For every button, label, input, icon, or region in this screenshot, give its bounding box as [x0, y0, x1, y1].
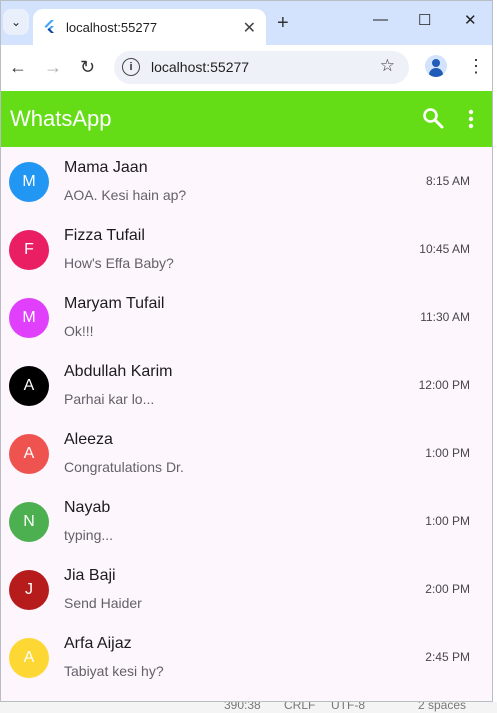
- chat-last-message: Send Haider: [64, 595, 142, 611]
- chat-time: 2:45 PM: [425, 650, 470, 664]
- chat-name: Maryam Tufail: [64, 295, 165, 312]
- browser-toolbar: ← → ↻ i localhost:55277 ☆ ⋮: [1, 45, 492, 91]
- browser-menu-icon[interactable]: ⋮: [467, 56, 485, 77]
- chat-last-message: Ok!!!: [64, 323, 94, 339]
- chat-row[interactable]: M Mama Jaan AOA. Kesi hain ap? 8:15 AM: [1, 147, 492, 215]
- tab-search-button[interactable]: ⌄: [3, 9, 29, 35]
- profile-avatar-icon[interactable]: [425, 55, 447, 77]
- chat-name: Arfa Aijaz: [64, 635, 132, 652]
- chat-row[interactable]: M Maryam Tufail Ok!!! 11:30 AM: [1, 283, 492, 351]
- avatar: M: [9, 162, 49, 202]
- chat-row[interactable]: N Nayab typing... 1:00 PM: [1, 487, 492, 555]
- avatar: F: [9, 230, 49, 270]
- chat-name: Jia Baji: [64, 567, 116, 584]
- browser-window: ⌄ localhost:55277 ✕ + — ☐ ✕ ← → ↻ i loca…: [0, 0, 493, 702]
- avatar: N: [9, 502, 49, 542]
- chat-row[interactable]: J Jia Baji Send Haider 2:00 PM: [1, 555, 492, 623]
- back-icon[interactable]: ←: [9, 57, 27, 78]
- editor-status-bar: 390:38 CRLF UTF-8 2 spaces: [0, 702, 497, 713]
- chat-time: 1:00 PM: [425, 446, 470, 460]
- chat-time: 8:15 AM: [425, 174, 470, 188]
- chat-last-message: Tabiyat kesi hy?: [64, 663, 164, 679]
- address-bar[interactable]: i localhost:55277 ☆: [114, 51, 409, 84]
- reload-icon[interactable]: ↻: [80, 57, 95, 78]
- chat-last-message: typing...: [64, 527, 114, 543]
- chat-last-message: How's Effa Baby?: [64, 255, 174, 271]
- chat-time: 12:00 PM: [418, 378, 470, 392]
- chat-row[interactable]: A Aleeza Congratulations Dr. 1:00 PM: [1, 419, 492, 487]
- line-ending[interactable]: CRLF: [284, 702, 315, 712]
- chat-time: 2:00 PM: [425, 582, 470, 596]
- encoding[interactable]: UTF-8: [331, 702, 365, 712]
- tab-title: localhost:55277: [66, 19, 158, 35]
- maximize-icon[interactable]: ☐: [418, 11, 431, 29]
- avatar: M: [9, 298, 49, 338]
- browser-tab[interactable]: localhost:55277 ✕: [33, 9, 266, 45]
- flutter-icon: [44, 20, 54, 33]
- more-vert-icon[interactable]: [468, 109, 474, 129]
- chat-list: M Mama Jaan AOA. Kesi hain ap? 8:15 AM F…: [1, 147, 492, 691]
- close-tab-icon[interactable]: ✕: [243, 18, 256, 38]
- chat-name: Aleeza: [64, 431, 113, 448]
- indentation[interactable]: 2 spaces: [418, 702, 466, 712]
- chat-last-message: AOA. Kesi hain ap?: [64, 187, 187, 203]
- chat-name: Fizza Tufail: [64, 227, 145, 244]
- new-tab-button[interactable]: +: [277, 12, 289, 35]
- avatar: J: [9, 570, 49, 610]
- cursor-position[interactable]: 390:38: [224, 702, 261, 712]
- site-info-icon[interactable]: i: [122, 58, 140, 76]
- chat-last-message: Congratulations Dr.: [64, 459, 184, 475]
- chat-name: Mama Jaan: [64, 159, 148, 176]
- profile-body: [429, 68, 443, 77]
- bookmark-star-icon[interactable]: ☆: [380, 56, 395, 76]
- chat-time: 10:45 AM: [419, 242, 470, 256]
- chevron-down-icon: ⌄: [10, 15, 22, 29]
- chat-time: 1:00 PM: [425, 514, 470, 528]
- minimize-icon[interactable]: —: [373, 11, 388, 28]
- profile-head: [432, 59, 440, 67]
- app-title: WhatsApp: [10, 106, 112, 131]
- avatar: A: [9, 366, 49, 406]
- forward-icon[interactable]: →: [44, 57, 62, 78]
- chat-time: 11:30 AM: [420, 310, 470, 324]
- chat-name: Nayab: [64, 499, 111, 516]
- chat-name: Abdullah Karim: [64, 363, 173, 380]
- close-window-icon[interactable]: ✕: [464, 11, 477, 29]
- avatar: A: [9, 638, 49, 678]
- chat-last-message: Parhai kar lo...: [64, 391, 155, 407]
- chat-row[interactable]: A Abdullah Karim Parhai kar lo... 12:00 …: [1, 351, 492, 419]
- avatar: A: [9, 434, 49, 474]
- chat-row[interactable]: F Fizza Tufail How's Effa Baby? 10:45 AM: [1, 215, 492, 283]
- chat-row[interactable]: A Arfa Aijaz Tabiyat kesi hy? 2:45 PM: [1, 623, 492, 691]
- search-icon[interactable]: [422, 107, 444, 129]
- tab-strip: ⌄ localhost:55277 ✕ + — ☐ ✕: [1, 1, 492, 45]
- app-bar: WhatsApp: [1, 91, 492, 147]
- url-text[interactable]: localhost:55277: [151, 59, 249, 75]
